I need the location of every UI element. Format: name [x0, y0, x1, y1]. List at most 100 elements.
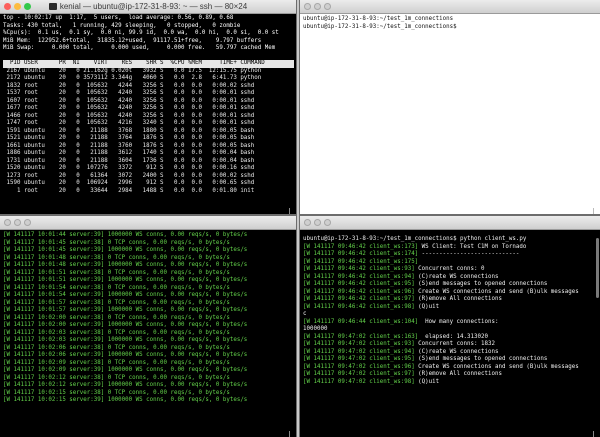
top-summary-line: Tasks: 430 total, 1 running, 429 sleepin…: [3, 22, 241, 29]
window-controls: [4, 219, 34, 226]
server-log-line: [W 141117 10:02:09 server:39] 1000000 WS…: [3, 367, 248, 373]
terminal-window-top[interactable]: kenial — ubuntu@ip-172-31-8-93: ~ — ssh …: [0, 0, 296, 214]
zoom-button[interactable]: [24, 219, 31, 226]
top-summary-line: top - 10:02:17 up 1:17, 5 users, load av…: [3, 15, 234, 21]
process-table-header: PID USER PR NI VIRT RES SHR S %CPU %MEM …: [3, 60, 294, 68]
client-log-line: [W 141117 09:46:42 client_ws:173] WS Cli…: [303, 244, 598, 252]
window-title: kenial — ubuntu@ip-172-31-8-93: ~ — ssh …: [0, 1, 296, 12]
title-bar[interactable]: kenial — ubuntu@ip-172-31-8-93: ~ — ssh …: [0, 0, 296, 14]
server-log-line: [W 141117 10:02:09 server:38] 0 TCP conn…: [3, 359, 230, 366]
client-log-line: [W 141117 09:47:02 client_ws:93] Concurr…: [303, 341, 598, 349]
log-prefix: [W 141117 09:47:02 client_ws:97]: [303, 371, 415, 377]
server-log-output[interactable]: [W 141117 10:01:44 server:39] 1000000 WS…: [3, 232, 294, 405]
server-log-line: [W 141117 10:02:12 server:38] 0 TCP conn…: [3, 374, 230, 381]
log-message: (R)emove All connections: [414, 371, 502, 377]
server-log-line: [W 141117 10:02:15 server:38] 0 TCP conn…: [3, 389, 230, 396]
process-row: 1590 ubuntu 20 0 106924 2996 912 S 0.0 0…: [3, 180, 255, 186]
client-log-line: [W 141117 09:47:02 client_ws:98] (Q)uit: [303, 379, 598, 387]
process-row: 1591 ubuntu 20 0 21188 3768 1880 S 0.0 0…: [3, 127, 255, 134]
scrollbar[interactable]: [596, 238, 599, 298]
server-log-line: [W 141117 10:01:54 server:38] 0 TCP conn…: [3, 284, 230, 291]
log-prefix: [W 141117 09:47:02 client_ws:95]: [303, 356, 415, 362]
log-message: elapsed: 14.313020: [418, 333, 488, 340]
log-prefix: [W 141117 09:46:42 client_ws:93]: [303, 266, 415, 272]
log-prefix: [W 141117 09:46:44 client_ws:104]: [303, 318, 419, 325]
log-message: (S)end messages to opened connections: [414, 356, 548, 362]
close-button[interactable]: [304, 3, 311, 10]
log-message: c: [303, 311, 307, 317]
log-message: 1000000: [303, 326, 328, 332]
log-message: (S)end messages to opened connections: [414, 281, 548, 287]
window-controls: [304, 219, 334, 226]
log-prefix: [W 141117 09:47:02 client_ws:98]: [303, 378, 415, 385]
log-prefix: [W 141117 09:47:02 client_ws:96]: [303, 363, 415, 370]
title-bar[interactable]: [0, 216, 296, 230]
client-log-line: [W 141117 09:46:42 client_ws:95] (S)end …: [303, 281, 598, 289]
minimize-button[interactable]: [14, 219, 21, 226]
log-prefix: [W 141117 09:47:02 client_ws:163]: [303, 333, 419, 340]
terminal-content[interactable]: ubuntu@ip-172-31-8-93:~/test_1m_connecti…: [300, 14, 600, 214]
process-row: 1520 ubuntu 20 0 107276 3372 912 S 0.0 0…: [3, 165, 255, 171]
client-log-line: [W 141117 09:47:02 client_ws:94] (C)reat…: [303, 349, 598, 357]
title-bar[interactable]: [300, 0, 600, 14]
resize-handle[interactable]: [593, 208, 600, 214]
title-bar[interactable]: [300, 216, 600, 230]
log-prefix: [W 141117 09:47:02 client_ws:94]: [303, 348, 415, 355]
client-log-line: [W 141117 09:46:42 client_ws:96] Create …: [303, 289, 598, 297]
process-row: 1832 root 20 0 105632 4244 3256 S 0.0 0.…: [3, 82, 255, 89]
client-log-line: [W 141117 09:47:02 client_ws:97] (R)emov…: [303, 371, 598, 379]
close-button[interactable]: [304, 219, 311, 226]
log-message: ----------------------------: [418, 251, 520, 257]
process-row: 1521 ubuntu 20 0 21188 3764 1876 S 0.0 0…: [3, 135, 255, 141]
zoom-button[interactable]: [324, 219, 331, 226]
log-message: Concurrent conns: 0: [414, 266, 485, 272]
resize-handle[interactable]: [289, 431, 296, 437]
resize-handle[interactable]: [289, 208, 296, 214]
client-log-line: c: [303, 311, 598, 319]
log-prefix: [W 141117 09:46:42 client_ws:173]: [303, 243, 419, 250]
terminal-output[interactable]: top - 10:02:17 up 1:17, 5 users, load av…: [3, 15, 294, 195]
log-message: (C)reate WS connections: [414, 348, 499, 355]
client-log-line: [W 141117 09:47:02 client_ws:163] elapse…: [303, 334, 598, 342]
minimize-button[interactable]: [314, 3, 321, 10]
top-summary-line: %Cpu(s): 0.1 us, 0.1 sy, 0.0 ni, 99.9 id…: [3, 30, 279, 36]
server-log-line: [W 141117 10:01:51 server:38] 0 TCP conn…: [3, 269, 230, 276]
log-message: Concurrent conns: 1832: [414, 341, 495, 347]
terminal-output[interactable]: ubuntu@ip-172-31-8-93:~/test_1m_connecti…: [303, 16, 598, 31]
resize-handle[interactable]: [593, 431, 600, 437]
process-row: 1607 root 20 0 105632 4240 3256 S 0.0 0.…: [3, 97, 255, 104]
log-prefix: [W 141117 09:46:42 client_ws:96]: [303, 288, 415, 295]
server-log-line: [W 141117 10:02:06 server:39] 1000000 WS…: [3, 352, 248, 358]
log-message: ubuntu@ip-172-31-8-93:~/test_1m_connecti…: [303, 236, 527, 242]
terminal-window-server[interactable]: [W 141117 10:01:44 server:39] 1000000 WS…: [0, 216, 296, 437]
client-log-line: [W 141117 09:47:02 client_ws:95] (S)end …: [303, 356, 598, 364]
log-message: Create WS connections and send (B)ulk me…: [414, 288, 579, 295]
server-log-line: [W 141117 10:01:44 server:39] 1000000 WS…: [3, 232, 248, 238]
zoom-button[interactable]: [324, 3, 331, 10]
process-row: 1731 ubuntu 20 0 21188 3604 1736 S 0.0 0…: [3, 157, 255, 164]
server-log-line: [W 141117 10:01:48 server:38] 0 TCP conn…: [3, 254, 230, 261]
log-prefix: [W 141117 09:47:02 client_ws:93]: [303, 341, 415, 347]
top-summary-line: MiB Mem: 122952.6+total, 31835.12+used, …: [3, 37, 262, 44]
client-log-line: [W 141117 09:46:42 client_ws:175]: [303, 259, 598, 267]
terminal-window-client[interactable]: ubuntu@ip-172-31-8-93:~/test_1m_connecti…: [300, 216, 600, 437]
minimize-button[interactable]: [314, 219, 321, 226]
process-row: 2172 ubuntu 20 0 3573112 3.344g 4060 S 0…: [3, 75, 262, 81]
server-log-line: [W 141117 10:01:51 server:39] 1000000 WS…: [3, 277, 248, 283]
terminal-icon: [48, 3, 57, 10]
close-button[interactable]: [4, 219, 11, 226]
terminal-window-prompt[interactable]: ubuntu@ip-172-31-8-93:~/test_1m_connecti…: [300, 0, 600, 214]
server-log-line: [W 141117 10:02:12 server:39] 1000000 WS…: [3, 382, 248, 388]
log-prefix: [W 141117 09:46:42 client_ws:175]: [303, 258, 419, 265]
client-output[interactable]: ubuntu@ip-172-31-8-93:~/test_1m_connecti…: [303, 236, 598, 386]
log-message: How many connections:: [418, 318, 499, 325]
window-controls: [304, 3, 334, 10]
client-log-line: [W 141117 09:46:42 client_ws:98] (Q)uit: [303, 304, 598, 312]
log-prefix: [W 141117 09:46:42 client_ws:97]: [303, 296, 415, 302]
server-log-line: [W 141117 10:01:45 server:39] 1000000 WS…: [3, 247, 248, 253]
process-row: 1 root 20 0 33644 2984 1488 S 0.0 0.0 0:…: [3, 187, 255, 194]
server-log-line: [W 141117 10:02:00 server:39] 1000000 WS…: [3, 322, 248, 328]
client-log-line: [W 141117 09:46:42 client_ws:97] (R)emov…: [303, 296, 598, 304]
server-log-line: [W 141117 10:02:03 server:38] 0 TCP conn…: [3, 329, 230, 336]
